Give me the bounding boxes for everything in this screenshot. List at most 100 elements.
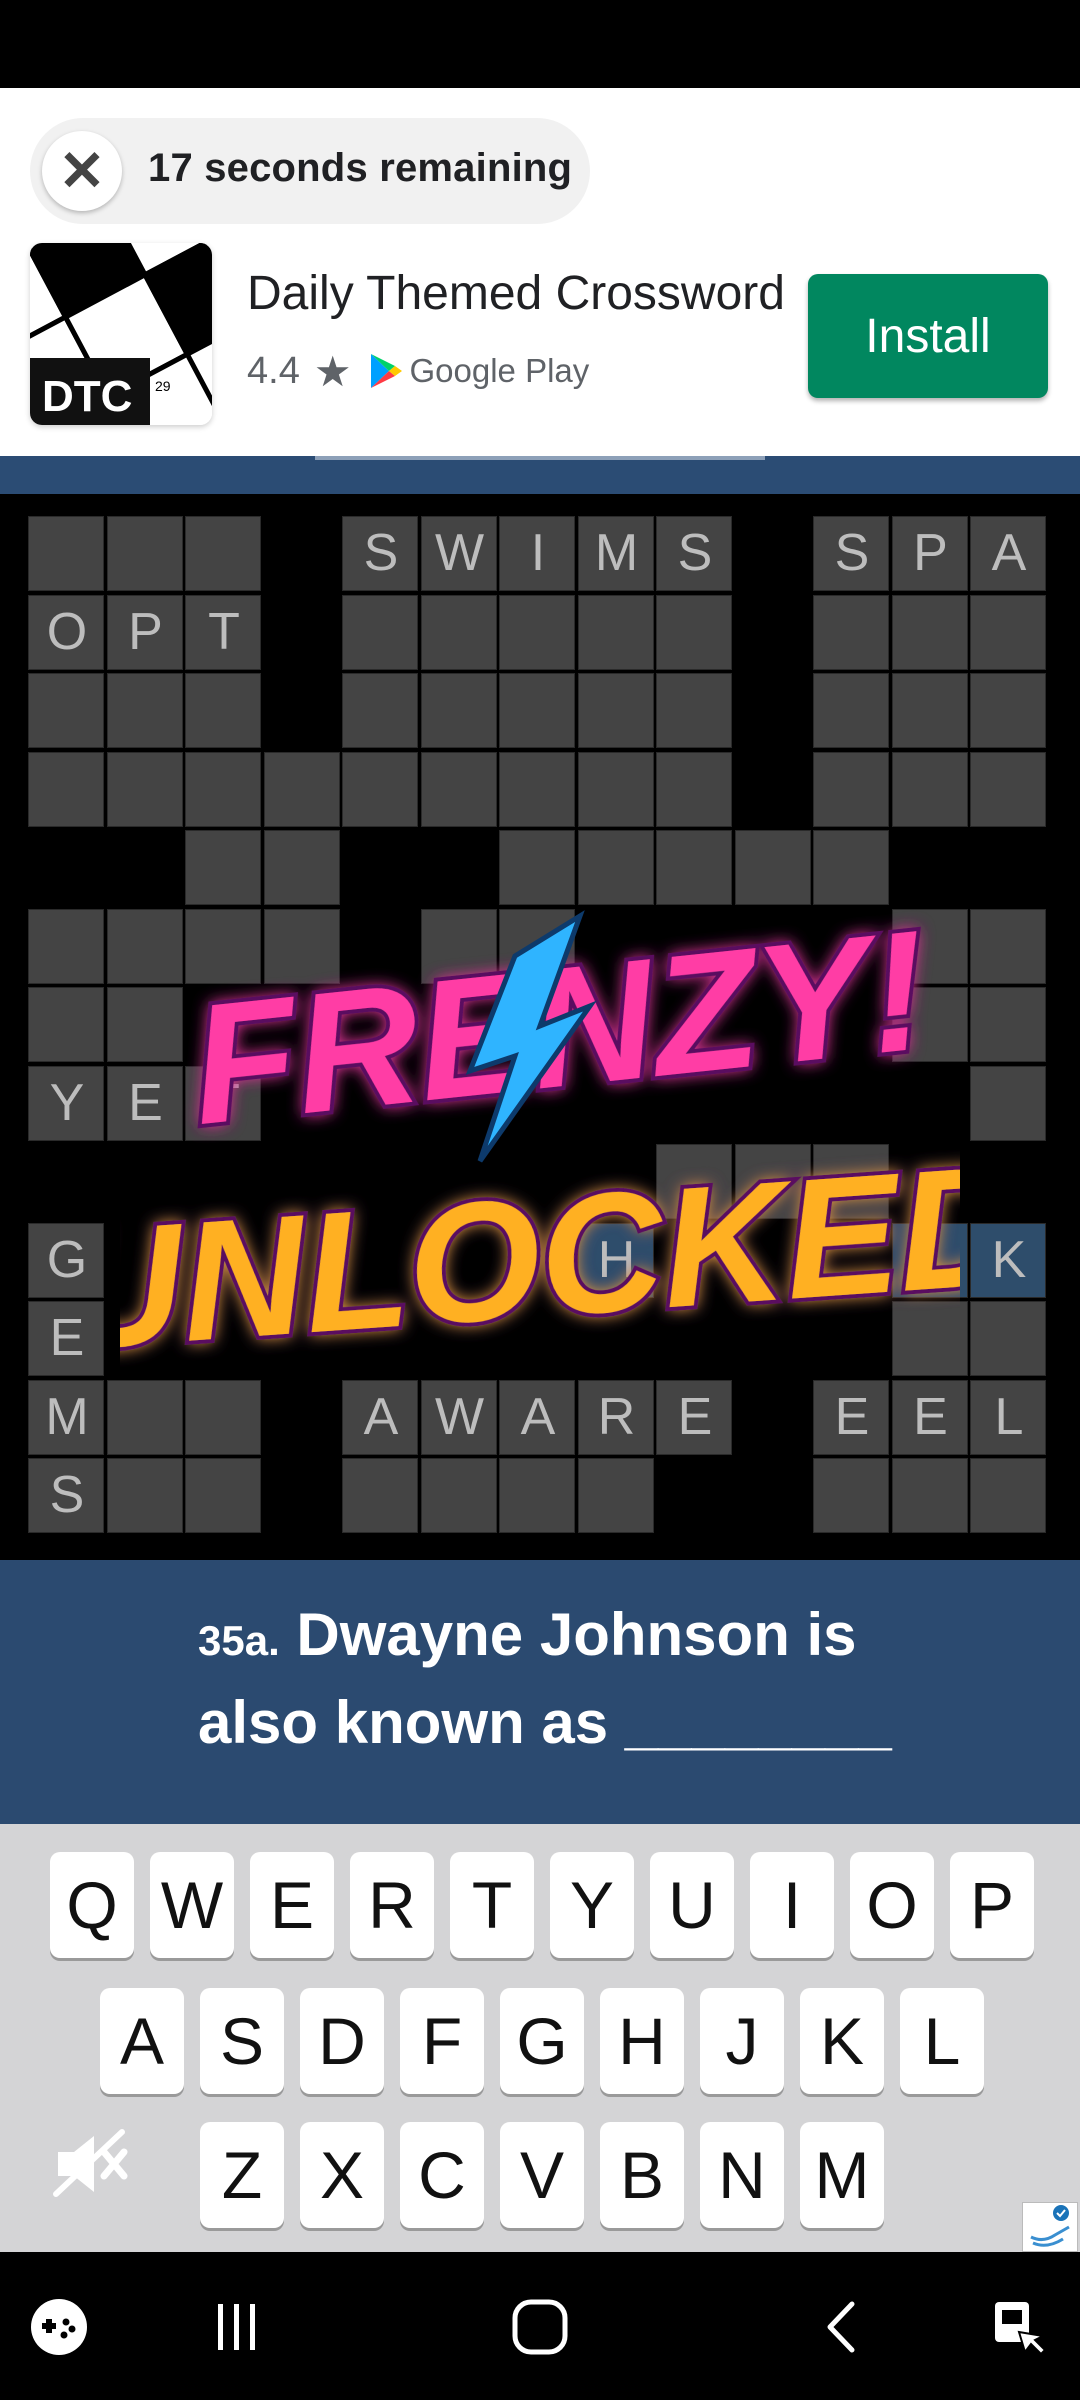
crossword-cell[interactable]: G xyxy=(28,1222,104,1298)
crossword-cell[interactable] xyxy=(106,1379,183,1455)
crossword-cell[interactable] xyxy=(970,594,1046,670)
crossword-cell[interactable]: T xyxy=(185,594,261,670)
crossword-cell[interactable] xyxy=(970,987,1046,1062)
crossword-cell[interactable]: S xyxy=(656,516,732,591)
crossword-cell[interactable] xyxy=(342,1458,418,1533)
crossword-cell[interactable]: E xyxy=(656,1379,732,1455)
crossword-cell[interactable] xyxy=(185,751,261,827)
crossword-cell[interactable] xyxy=(656,751,732,827)
key-o[interactable]: O xyxy=(850,1852,934,1958)
key-a[interactable]: A xyxy=(100,1988,184,2094)
key-w[interactable]: W xyxy=(150,1852,234,1958)
crossword-cell[interactable]: R xyxy=(577,1379,654,1455)
app-icon[interactable]: DTC 20 29 xyxy=(30,243,212,425)
crossword-cell[interactable] xyxy=(106,1458,183,1533)
key-v[interactable]: V xyxy=(500,2122,584,2228)
crossword-cell[interactable] xyxy=(813,673,889,748)
crossword-cell[interactable] xyxy=(734,830,811,905)
crossword-cell[interactable] xyxy=(420,1458,497,1533)
key-s[interactable]: S xyxy=(200,1988,284,2094)
crossword-cell[interactable]: A xyxy=(970,516,1046,591)
crossword-cell[interactable] xyxy=(185,516,261,591)
crossword-cell[interactable]: E xyxy=(813,1379,889,1455)
crossword-cell[interactable] xyxy=(263,830,340,905)
key-k[interactable]: K xyxy=(800,1988,884,2094)
key-m[interactable]: M xyxy=(800,2122,884,2228)
key-r[interactable]: R xyxy=(350,1852,434,1958)
key-q[interactable]: Q xyxy=(50,1852,134,1958)
shield-badge-icon[interactable] xyxy=(1022,2202,1078,2252)
crossword-cell[interactable] xyxy=(577,1458,654,1533)
key-b[interactable]: B xyxy=(600,2122,684,2228)
crossword-cell[interactable] xyxy=(106,751,183,827)
key-c[interactable]: C xyxy=(400,2122,484,2228)
crossword-cell[interactable] xyxy=(970,1301,1046,1376)
crossword-cell[interactable]: A xyxy=(342,1379,418,1455)
crossword-cell[interactable]: S xyxy=(813,516,889,591)
crossword-cell[interactable] xyxy=(970,1458,1046,1533)
crossword-cell[interactable] xyxy=(499,751,575,827)
crossword-cell[interactable]: K xyxy=(970,1222,1046,1298)
crossword-cell[interactable] xyxy=(656,830,732,905)
crossword-cell[interactable]: A xyxy=(499,1379,575,1455)
crossword-cell[interactable] xyxy=(185,830,261,905)
crossword-cell[interactable] xyxy=(185,1458,261,1533)
crossword-cell[interactable] xyxy=(813,751,889,827)
crossword-cell[interactable] xyxy=(28,673,104,748)
key-d[interactable]: D xyxy=(300,1988,384,2094)
crossword-cell[interactable] xyxy=(28,908,104,984)
crossword-cell[interactable] xyxy=(106,673,183,748)
key-y[interactable]: Y xyxy=(550,1852,634,1958)
crossword-cell[interactable] xyxy=(263,751,340,827)
crossword-cell[interactable]: L xyxy=(970,1379,1046,1455)
crossword-cell[interactable] xyxy=(577,830,654,905)
crossword-cell[interactable] xyxy=(28,516,104,591)
crossword-cell[interactable] xyxy=(185,673,261,748)
key-z[interactable]: Z xyxy=(200,2122,284,2228)
key-e[interactable]: E xyxy=(250,1852,334,1958)
game-icon[interactable] xyxy=(24,2292,94,2362)
accessibility-icon[interactable] xyxy=(985,2292,1055,2362)
key-f[interactable]: F xyxy=(400,1988,484,2094)
clue-panel[interactable]: 35a. Dwayne Johnson is also known as ___… xyxy=(0,1560,1080,1824)
crossword-cell[interactable] xyxy=(499,673,575,748)
crossword-cell[interactable] xyxy=(577,594,654,670)
key-t[interactable]: T xyxy=(450,1852,534,1958)
crossword-cell[interactable] xyxy=(28,751,104,827)
crossword-cell[interactable]: S xyxy=(28,1458,104,1533)
crossword-cell[interactable]: W xyxy=(420,1379,497,1455)
key-j[interactable]: J xyxy=(700,1988,784,2094)
mute-icon[interactable] xyxy=(50,2124,130,2204)
crossword-cell[interactable] xyxy=(813,1458,889,1533)
crossword-cell[interactable] xyxy=(342,594,418,670)
ad-banner[interactable]: ✕ 17 seconds remaining DTC 20 29 Daily T… xyxy=(0,88,1080,456)
crossword-cell[interactable] xyxy=(891,1458,968,1533)
crossword-cell[interactable] xyxy=(970,1065,1046,1141)
crossword-cell[interactable] xyxy=(420,751,497,827)
crossword-cell[interactable] xyxy=(420,673,497,748)
crossword-cell[interactable] xyxy=(420,594,497,670)
key-l[interactable]: L xyxy=(900,1988,984,2094)
crossword-cell[interactable] xyxy=(970,908,1046,984)
crossword-cell[interactable] xyxy=(891,673,968,748)
crossword-cell[interactable] xyxy=(342,673,418,748)
key-x[interactable]: X xyxy=(300,2122,384,2228)
crossword-cell[interactable]: E xyxy=(891,1379,968,1455)
key-n[interactable]: N xyxy=(700,2122,784,2228)
key-g[interactable]: G xyxy=(500,1988,584,2094)
crossword-cell[interactable] xyxy=(656,673,732,748)
back-icon[interactable] xyxy=(808,2292,878,2362)
key-p[interactable]: P xyxy=(950,1852,1034,1958)
crossword-cell[interactable] xyxy=(813,830,889,905)
crossword-cell[interactable] xyxy=(970,673,1046,748)
crossword-cell[interactable]: I xyxy=(499,516,575,591)
crossword-cell[interactable] xyxy=(185,1379,261,1455)
crossword-cell[interactable] xyxy=(970,751,1046,827)
crossword-cell[interactable] xyxy=(656,594,732,670)
crossword-cell[interactable]: W xyxy=(420,516,497,591)
crossword-cell[interactable] xyxy=(499,1458,575,1533)
crossword-cell[interactable]: M xyxy=(577,516,654,591)
home-icon[interactable] xyxy=(505,2292,575,2362)
close-ad-button[interactable]: ✕ xyxy=(42,131,122,211)
crossword-cell[interactable] xyxy=(577,751,654,827)
